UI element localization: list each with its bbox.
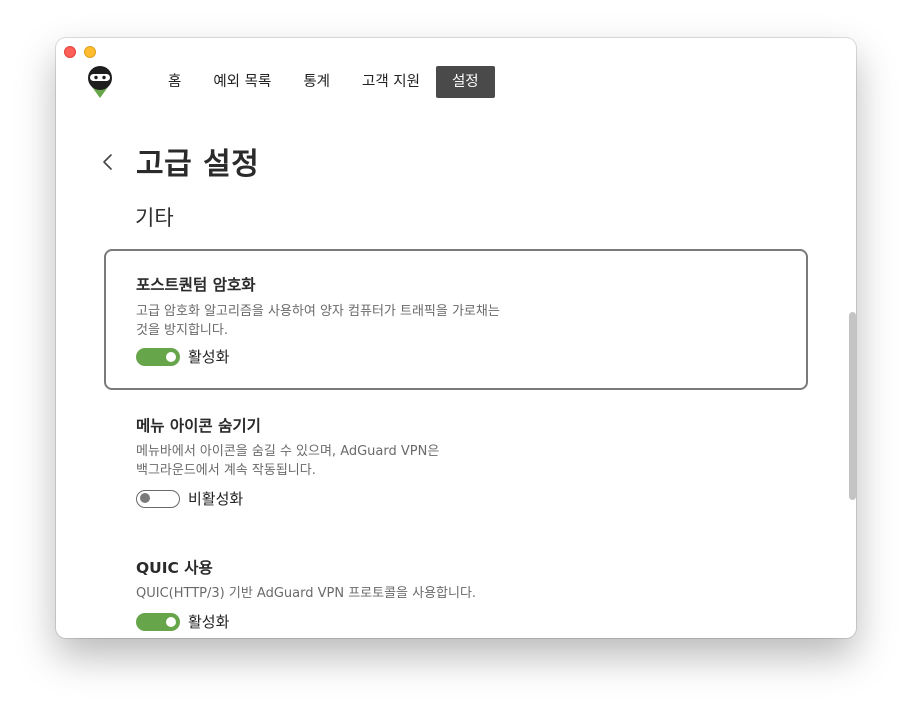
- setting-description-line: 메뉴바에서 아이콘을 숨길 수 있으며, AdGuard VPN은: [136, 444, 440, 459]
- nav-tab-exclusions[interactable]: 예외 목록: [197, 66, 287, 98]
- setting-description-line: QUIC(HTTP/3) 기반 AdGuard VPN 프로토콜을 사용합니다.: [136, 586, 477, 601]
- setting-card-quic: QUIC 사용 QUIC(HTTP/3) 기반 AdGuard VPN 프로토콜…: [104, 544, 808, 638]
- chevron-left-icon[interactable]: [100, 152, 116, 172]
- setting-card-post-quantum: 포스트퀀텀 암호화 고급 암호화 알고리즘을 사용하여 양자 컴퓨터가 트래픽을…: [104, 249, 808, 390]
- screenshot-stage: 홈 예외 목록 통계 고객 지원 설정 고급 설정 기타 포스트퀀텀 암호화 고…: [0, 0, 912, 712]
- setting-title: QUIC 사용: [136, 559, 213, 577]
- setting-title: 메뉴 아이콘 숨기기: [136, 417, 261, 435]
- setting-toggle-row: 활성화: [136, 346, 229, 367]
- toggle-knob: [140, 493, 150, 503]
- nav-tab-support[interactable]: 고객 지원: [346, 66, 436, 98]
- setting-description-line: 고급 암호화 알고리즘을 사용하여 양자 컴퓨터가 트래픽을 가로채는: [136, 304, 500, 319]
- setting-description: 메뉴바에서 아이콘을 숨길 수 있으며, AdGuard VPN은 백그라운드에…: [136, 442, 536, 480]
- setting-description: 고급 암호화 알고리즘을 사용하여 양자 컴퓨터가 트래픽을 가로채는 것을 방…: [136, 302, 536, 340]
- quic-toggle[interactable]: [136, 612, 180, 631]
- setting-toggle-row: 활성화: [136, 611, 229, 632]
- setting-toggle-row: 비활성화: [136, 488, 243, 509]
- setting-card-hide-menu-icon: 메뉴 아이콘 숨기기 메뉴바에서 아이콘을 숨길 수 있으며, AdGuard …: [104, 402, 808, 522]
- toggle-state-label: 활성화: [188, 348, 230, 366]
- nav-tab-statistics[interactable]: 통계: [287, 66, 346, 98]
- toggle-knob: [166, 351, 176, 362]
- app-window: 홈 예외 목록 통계 고객 지원 설정 고급 설정 기타 포스트퀀텀 암호화 고…: [56, 38, 856, 638]
- section-title: 기타: [135, 206, 174, 230]
- top-navigation: 홈 예외 목록 통계 고객 지원 설정: [152, 66, 495, 98]
- post-quantum-toggle[interactable]: [136, 347, 180, 366]
- setting-description-line: 백그라운드에서 계속 작동됩니다.: [136, 463, 316, 478]
- hide-menu-icon-toggle[interactable]: [136, 489, 180, 508]
- vertical-scrollbar-thumb[interactable]: [849, 312, 856, 500]
- nav-tab-settings[interactable]: 설정: [435, 66, 495, 98]
- setting-description: QUIC(HTTP/3) 기반 AdGuard VPN 프로토콜을 사용합니다.: [136, 584, 636, 603]
- toggle-state-label: 활성화: [188, 613, 230, 631]
- setting-title: 포스트퀀텀 암호화: [136, 276, 256, 294]
- adguard-ninja-logo-icon[interactable]: [86, 65, 114, 99]
- setting-description-line: 것을 방지합니다.: [136, 323, 228, 338]
- toggle-state-label: 비활성화: [188, 490, 244, 508]
- window-minimize-button[interactable]: [84, 46, 96, 58]
- nav-tab-home[interactable]: 홈: [152, 66, 197, 98]
- page-title: 고급 설정: [136, 147, 260, 182]
- toggle-knob: [166, 616, 176, 627]
- window-close-button[interactable]: [64, 46, 76, 58]
